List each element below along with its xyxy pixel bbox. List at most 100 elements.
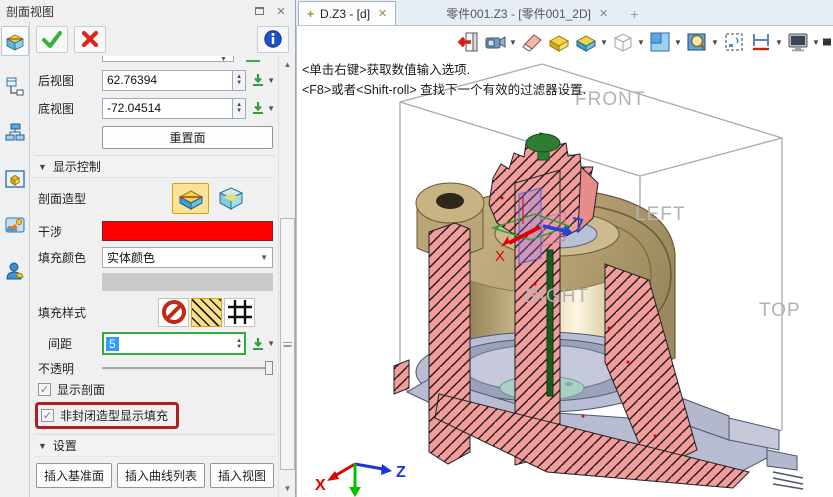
red-highlight-box: ✓ 非封闭造型显示填充 (35, 402, 179, 429)
restore-icon[interactable] (251, 4, 267, 18)
interference-row: 干涉 (34, 218, 275, 244)
fill-style-none-option[interactable] (158, 298, 189, 327)
pick-dropdown-caret[interactable]: ▼ (267, 339, 275, 348)
tab-part001[interactable]: 零件001.Z3 - [零件001_2D] ✕ (438, 1, 616, 25)
section-open-option[interactable] (212, 183, 249, 214)
wireframe-cube-icon[interactable] (610, 29, 636, 55)
spacing-row: 间距 5 ▲▼ ▼ (34, 330, 275, 357)
collapse-triangle-icon: ▼ (38, 441, 47, 451)
view-camera-icon[interactable] (482, 29, 508, 55)
display-control-header[interactable]: ▼ 显示控制 (34, 155, 275, 178)
exit-icon[interactable] (455, 29, 481, 55)
open-fill-label: 非封闭造型显示填充 (60, 407, 168, 424)
pick-value-icon[interactable] (251, 73, 265, 87)
pick-value-icon[interactable] (251, 101, 265, 115)
dropdown-caret[interactable]: ▼ (600, 38, 609, 47)
axis-z-label: Z (396, 464, 406, 481)
tab-close-icon[interactable]: ✕ (378, 7, 387, 20)
panel-title: 剖面视图 (6, 3, 245, 20)
bottom-view-input[interactable]: -72.04514 (102, 98, 233, 119)
viewport[interactable]: ▼ ▼ ▼ ▼ ▼ ▼ ▼ <单击右键>获取数值输入选项. <F8>或者<Shi… (296, 26, 833, 497)
fill-style-grid-option[interactable] (224, 298, 255, 327)
tab-close-icon[interactable]: ✕ (599, 7, 608, 20)
section-view-panel: 剖面视图 ✕ (0, 0, 296, 497)
hierarchy-manager-icon[interactable] (1, 118, 29, 148)
spacing-input[interactable]: 5 ▲▼ (102, 332, 246, 355)
user-session-icon[interactable] (1, 256, 29, 286)
left-label: LEFT (635, 204, 685, 225)
fill-style-hatch-option[interactable] (191, 298, 222, 327)
ok-button[interactable] (36, 26, 68, 53)
pick-dropdown-caret[interactable]: ▼ (267, 76, 275, 85)
back-view-spinner[interactable]: ▲▼ (233, 70, 246, 91)
dropdown-caret[interactable]: ▼ (775, 38, 784, 47)
fill-style-row: 填充样式 (34, 294, 275, 330)
pick-value-icon[interactable] (251, 337, 265, 351)
clipped-field-row: ▼ (34, 56, 275, 66)
close-icon[interactable]: ✕ (273, 4, 289, 18)
prompt-line-1: <单击右键>获取数值输入选项. (302, 59, 470, 78)
insert-datum-button[interactable]: 插入基准面 (36, 463, 112, 488)
render-scene-icon[interactable] (1, 210, 29, 240)
back-view-input[interactable]: 62.76394 (102, 70, 233, 91)
interference-color-swatch[interactable] (102, 221, 273, 241)
zoom-window-icon[interactable] (721, 29, 747, 55)
dropdown-caret[interactable]: ▼ (509, 38, 518, 47)
shaded-solid-icon[interactable] (546, 29, 572, 55)
dropdown-caret[interactable]: ▼ (812, 38, 821, 47)
settings-buttons-row: 插入基准面 插入曲线列表 插入视图 (34, 463, 275, 488)
document-area: + D.Z3 - [d] ✕ 零件001.Z3 - [零件001_2D] ✕ +… (296, 0, 833, 497)
opacity-slider-handle[interactable] (265, 361, 273, 375)
section-solid-option[interactable] (172, 183, 209, 214)
tab-pin-icon: + (307, 7, 314, 21)
dropdown-caret[interactable]: ▼ (674, 38, 683, 47)
panel-titlebar: 剖面视图 ✕ (0, 0, 295, 22)
solid-window-icon[interactable] (1, 164, 29, 194)
fill-color-swatch-disabled (102, 273, 273, 291)
back-view-row: 后视图 62.76394 ▲▼ ▼ (34, 66, 275, 94)
tab-d-z3[interactable]: + D.Z3 - [d] ✕ (298, 1, 396, 25)
reset-plane-button[interactable]: 重置面 (102, 126, 273, 149)
section-box-icon[interactable] (573, 29, 599, 55)
dropdown-caret[interactable]: ▼ (637, 38, 646, 47)
pick-dropdown-caret[interactable]: ▼ (267, 104, 275, 113)
application-window: 剖面视图 ✕ (0, 0, 833, 497)
scroll-up-arrow[interactable]: ▲ (279, 56, 296, 73)
cancel-button[interactable] (74, 26, 106, 53)
show-section-label: 显示剖面 (57, 381, 105, 398)
back-view-label: 后视图 (34, 72, 102, 89)
settings-header[interactable]: ▼ 设置 (34, 434, 275, 457)
view-pane-icon[interactable] (647, 29, 673, 55)
bottom-view-spinner[interactable]: ▲▼ (233, 98, 246, 119)
entity-info-icon[interactable] (1, 72, 29, 102)
spacing-spinner[interactable]: ▲▼ (236, 338, 244, 350)
bottom-view-label: 底视图 (34, 100, 102, 117)
open-fill-checkbox[interactable]: ✓ (41, 409, 54, 422)
open-fill-row: ✓ 非封闭造型显示填充 (34, 399, 275, 431)
scroll-down-arrow[interactable]: ▼ (279, 480, 296, 497)
collapse-triangle-icon: ▼ (38, 162, 47, 172)
zoom-region-icon[interactable] (684, 29, 710, 55)
opacity-label: 不透明 (34, 360, 102, 377)
opacity-slider[interactable] (102, 361, 273, 375)
command-bar (30, 22, 295, 56)
info-button[interactable] (257, 26, 289, 53)
top-label: TOP (759, 300, 801, 321)
scrollbar-thumb[interactable] (280, 218, 295, 470)
prompt-line-2: <F8>或者<Shift-roll> 查找下一个有效的过滤器设置. (302, 79, 586, 98)
panel-scrollbar[interactable]: ▲ ▼ (278, 56, 295, 497)
new-tab-button[interactable]: + (630, 6, 638, 25)
measure-icon[interactable] (748, 29, 774, 55)
show-section-checkbox[interactable]: ✓ (38, 383, 51, 396)
clipped-icon (822, 29, 832, 55)
fill-color-select[interactable]: 实体颜色 ▼ (102, 247, 273, 268)
section-view-icon[interactable] (1, 26, 29, 56)
viewport-toolbar: ▼ ▼ ▼ ▼ ▼ ▼ ▼ (455, 29, 832, 55)
axis-triad: X Z Y (315, 464, 406, 497)
eraser-icon[interactable] (519, 29, 545, 55)
show-section-row: ✓ 显示剖面 (34, 379, 275, 399)
insert-curve-list-button[interactable]: 插入曲线列表 (117, 463, 205, 488)
display-monitor-icon[interactable] (785, 29, 811, 55)
dropdown-caret[interactable]: ▼ (711, 38, 720, 47)
insert-view-button[interactable]: 插入视图 (210, 463, 274, 488)
